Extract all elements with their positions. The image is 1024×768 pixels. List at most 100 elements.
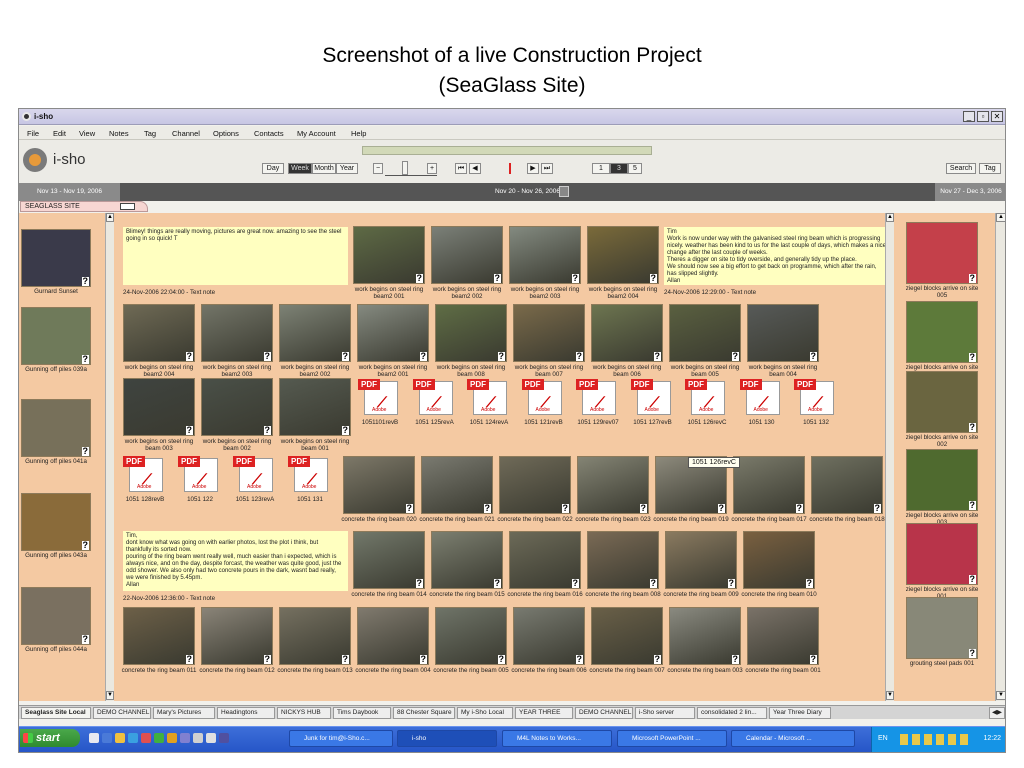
pdf-icon[interactable]: PDF ⟋ Adobe [412,379,457,417]
help-icon[interactable]: ? [81,355,89,364]
photo-thumb[interactable]: ? [123,607,195,665]
right-photo[interactable]: ? [906,222,978,284]
photo-thumb[interactable]: ? [669,607,741,665]
close-button[interactable]: ✕ [991,111,1003,122]
prev-icon[interactable]: ◀ [469,163,481,174]
photo-thumb[interactable]: ? [733,456,805,514]
photo-thumb[interactable]: ? [279,378,351,436]
page-1-button[interactable]: 1 [592,163,610,174]
help-icon[interactable]: ? [497,352,505,361]
left-photo[interactable]: ? [21,399,91,457]
photo-thumb[interactable]: ? [431,226,503,284]
menu-file[interactable]: File [27,129,39,138]
photo-thumb[interactable]: ? [435,304,507,362]
pdf-icon[interactable]: PDF ⟋ Adobe [576,379,620,417]
pdf-icon[interactable]: PDF ⟋ Adobe [630,379,675,417]
right-photo[interactable]: ? [906,597,978,659]
photo-thumb[interactable]: ? [357,304,429,362]
quick-launch-icon[interactable] [128,733,138,743]
pdf-icon[interactable]: PDF ⟋ Adobe [521,379,566,417]
menu-edit[interactable]: Edit [53,129,66,138]
next-icon[interactable]: ▶ [527,163,539,174]
help-icon[interactable]: ? [575,655,583,664]
quick-launch-icon[interactable] [89,733,99,743]
photo-thumb[interactable]: ? [201,378,273,436]
tab-scroll-arrows-icon[interactable]: ◀▶ [989,707,1005,719]
photo-thumb[interactable]: ? [435,607,507,665]
help-icon[interactable]: ? [419,352,427,361]
quick-launch-icon[interactable] [206,733,216,743]
help-icon[interactable]: ? [185,655,193,664]
menu-help[interactable]: Help [351,129,366,138]
left-photo[interactable]: ? [21,493,91,551]
help-icon[interactable]: ? [809,352,817,361]
channel-tab[interactable]: YEAR THREE [515,707,573,719]
taskbar-task[interactable]: Calendar - Microsoft ... [731,730,855,747]
photo-thumb[interactable]: ? [353,226,425,284]
channel-tab[interactable]: My i-Sho Local [457,707,513,719]
channel-tab[interactable]: Seaglass Site Local [21,707,91,719]
help-icon[interactable]: ? [81,541,89,550]
pdf-icon[interactable]: PDF ⟋ Adobe [358,379,402,417]
last-icon[interactable]: ⏭ [541,163,553,174]
help-icon[interactable]: ? [405,504,413,513]
help-icon[interactable]: ? [571,579,579,588]
menu-my-account[interactable]: My Account [297,129,336,138]
channel-tab[interactable]: i-Sho server [635,707,695,719]
photo-thumb[interactable]: ? [123,304,195,362]
help-icon[interactable]: ? [653,655,661,664]
help-icon[interactable]: ? [185,426,193,435]
photo-thumb[interactable]: ? [513,304,585,362]
taskbar-task[interactable]: M4L Notes to Works... [502,730,612,747]
photo-thumb[interactable]: ? [743,531,815,589]
zoom-out-icon[interactable]: − [373,163,383,174]
pdf-icon[interactable]: PDF ⟋ Adobe [467,379,511,417]
help-icon[interactable]: ? [571,274,579,283]
help-icon[interactable]: ? [727,579,735,588]
photo-thumb[interactable]: ? [513,607,585,665]
quick-launch-icon[interactable] [154,733,164,743]
menu-view[interactable]: View [79,129,95,138]
menu-options[interactable]: Options [213,129,239,138]
help-icon[interactable]: ? [717,504,725,513]
taskbar-task[interactable]: Microsoft PowerPoint ... [617,730,727,747]
help-icon[interactable]: ? [968,501,976,510]
pdf-icon[interactable]: PDF ⟋ Adobe [794,379,838,417]
text-note[interactable]: Tim Work is now under way with the galva… [664,227,889,285]
view-year-button[interactable]: Year [336,163,358,174]
calendar-icon[interactable] [559,186,569,197]
pdf-icon[interactable]: PDF ⟋ Adobe [123,456,167,494]
channel-tab[interactable]: DEMO CHANNEL [575,707,633,719]
channel-tab[interactable]: Headingtons [217,707,275,719]
left-photo[interactable]: ? [21,587,91,645]
right-scrollbar[interactable]: ▲ ▼ [995,213,1005,701]
pdf-icon[interactable]: PDF ⟋ Adobe [685,379,729,417]
photo-thumb[interactable]: ? [499,456,571,514]
tray-icons[interactable] [900,734,970,745]
photo-thumb[interactable]: ? [353,531,425,589]
zoom-slider-track[interactable] [385,175,437,176]
help-icon[interactable]: ? [341,426,349,435]
right-photo[interactable]: ? [906,301,978,363]
menu-notes[interactable]: Notes [109,129,129,138]
page-5-button[interactable]: 5 [628,163,642,174]
pdf-icon[interactable]: PDF ⟋ Adobe [178,456,222,494]
site-tab-controls[interactable] [120,203,135,210]
photo-thumb[interactable]: ? [431,531,503,589]
quick-launch-icon[interactable] [141,733,151,743]
help-icon[interactable]: ? [341,655,349,664]
photo-thumb[interactable]: ? [591,607,663,665]
zoom-slider-handle[interactable] [402,161,408,175]
help-icon[interactable]: ? [493,274,501,283]
quick-launch-icon[interactable] [102,733,112,743]
help-icon[interactable]: ? [731,655,739,664]
help-icon[interactable]: ? [81,277,89,286]
photo-thumb[interactable]: ? [509,531,581,589]
help-icon[interactable]: ? [968,649,976,658]
help-icon[interactable]: ? [805,579,813,588]
menu-contacts[interactable]: Contacts [254,129,284,138]
photo-thumb[interactable]: ? [577,456,649,514]
quick-launch-icon[interactable] [115,733,125,743]
photo-thumb[interactable]: ? [279,304,351,362]
help-icon[interactable]: ? [639,504,647,513]
